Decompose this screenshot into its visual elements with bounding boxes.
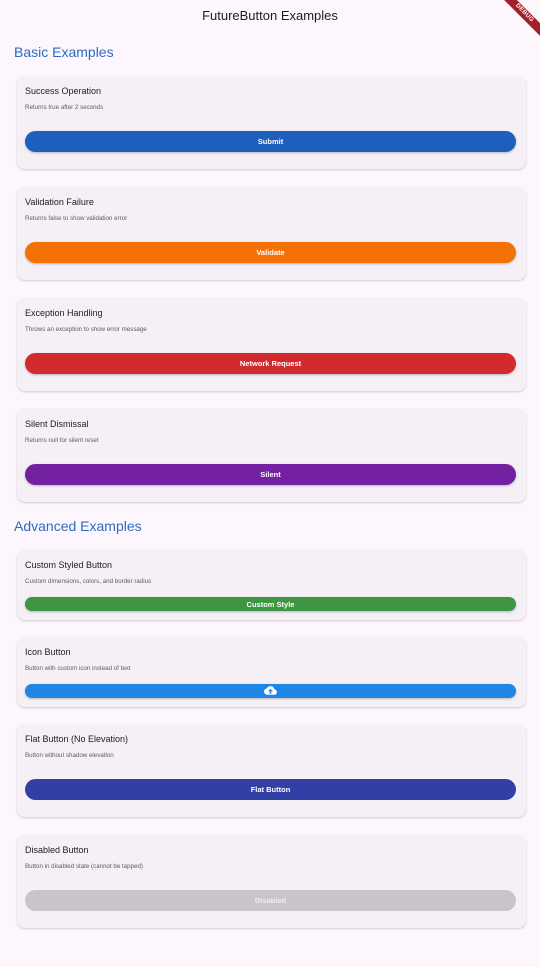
- card-validation-failure: Validation Failure Returns false to show…: [17, 187, 526, 280]
- card-title: Icon Button: [25, 647, 71, 657]
- card-title: Flat Button (No Elevation): [25, 734, 129, 744]
- card-title: Custom Styled Button: [25, 560, 113, 570]
- flat-button[interactable]: Flat Button: [25, 779, 516, 800]
- card-silent-dismissal: Silent Dismissal Returns null for silent…: [17, 409, 526, 502]
- validate-button[interactable]: Validate: [25, 242, 516, 263]
- card-description: Button in disabled state (cannot be tapp…: [25, 863, 143, 870]
- card-description: Button without shadow elevation: [25, 752, 114, 759]
- card-flat-button: Flat Button (No Elevation) Button withou…: [17, 724, 526, 817]
- debug-banner: DEBUG: [500, 0, 540, 40]
- app-bar: FutureButton Examples: [0, 0, 540, 32]
- card-title: Silent Dismissal: [25, 419, 89, 429]
- section-title-basic: Basic Examples: [14, 44, 114, 60]
- debug-banner-label: DEBUG: [500, 0, 540, 40]
- submit-button[interactable]: Submit: [25, 131, 516, 152]
- section-title-advanced: Advanced Examples: [14, 518, 142, 534]
- card-disabled-button: Disabled Button Button in disabled state…: [17, 835, 526, 928]
- card-exception-handling: Exception Handling Throws an exception t…: [17, 298, 526, 391]
- card-description: Returns true after 2 seconds: [25, 104, 104, 111]
- card-description: Throws an exception to show error messag…: [25, 326, 147, 333]
- silent-button[interactable]: Silent: [25, 464, 516, 485]
- network-request-button[interactable]: Network Request: [25, 353, 516, 374]
- custom-style-button[interactable]: Custom Style: [25, 597, 516, 611]
- card-description: Returns null for silent reset: [25, 437, 99, 444]
- cloud-upload-icon: [264, 686, 277, 696]
- card-description: Returns false to show validation error: [25, 215, 128, 222]
- card-custom-styled-button: Custom Styled Button Custom dimensions, …: [17, 550, 526, 620]
- app-title: FutureButton Examples: [202, 7, 338, 23]
- card-title: Exception Handling: [25, 308, 103, 318]
- card-success-operation: Success Operation Returns true after 2 s…: [17, 76, 526, 169]
- card-title: Validation Failure: [25, 197, 94, 207]
- card-icon-button: Icon Button Button with custom icon inst…: [17, 637, 526, 707]
- icon-upload-button[interactable]: [25, 684, 516, 698]
- disabled-button: Disabled: [25, 890, 516, 911]
- card-description: Custom dimensions, colors, and border ra…: [25, 578, 152, 585]
- card-title: Disabled Button: [25, 845, 89, 855]
- card-title: Success Operation: [25, 86, 102, 96]
- card-description: Button with custom icon instead of text: [25, 665, 131, 672]
